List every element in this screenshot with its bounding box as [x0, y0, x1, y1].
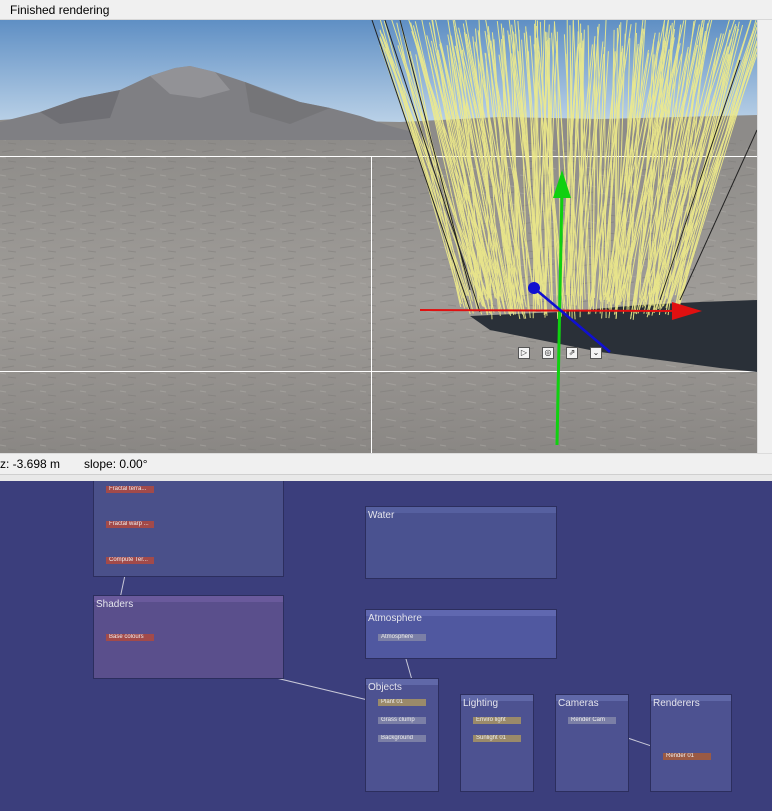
x-axis-gizmo: [419, 309, 681, 312]
center-icon[interactable]: ◎: [542, 347, 554, 359]
node-atmosphere[interactable]: Atmosphere: [378, 634, 426, 641]
water-label: Water: [368, 510, 395, 521]
3d-viewport[interactable]: ▷ ◎ ⇗ ⌄: [0, 20, 757, 453]
cameras-label: Cameras: [558, 698, 599, 709]
objects-group[interactable]: Objects Plant 01 Grass clump Background: [365, 678, 439, 792]
node-grass-clump[interactable]: Grass clump: [378, 717, 426, 724]
shaders-label: Shaders: [96, 599, 134, 610]
lighting-group[interactable]: Lighting Enviro light Sunlight 01: [460, 694, 534, 792]
node-fractal-terrain[interactable]: Fractal terra...: [106, 486, 154, 493]
renderers-group[interactable]: Renderers Render 01: [650, 694, 732, 792]
shaders-group[interactable]: Shaders Base colours: [93, 595, 284, 679]
viewport-scrollbar[interactable]: [757, 20, 772, 453]
renderers-label: Renderers: [653, 698, 700, 709]
node-sunlight[interactable]: Sunlight 01: [473, 735, 521, 742]
cameras-group[interactable]: Cameras Render Cam: [555, 694, 629, 792]
node-base-colours[interactable]: Base colours: [106, 634, 154, 641]
node-render-cam[interactable]: Render Cam: [568, 717, 616, 724]
node-compute-terrain[interactable]: Compute Ter...: [106, 557, 154, 564]
node-enviro-light[interactable]: Enviro light: [473, 717, 521, 724]
move-snap-icon[interactable]: ▷: [518, 347, 530, 359]
atmosphere-label: Atmosphere: [368, 613, 422, 624]
node-graph[interactable]: Fractal terra... Fractal warp ... Comput…: [0, 475, 772, 811]
node-fractal-warp[interactable]: Fractal warp ...: [106, 521, 154, 528]
expand-icon[interactable]: ⇗: [566, 347, 578, 359]
objects-label: Objects: [368, 682, 402, 693]
z-coordinate: z: -3.698 m: [0, 457, 61, 471]
z-axis-handle: [528, 282, 540, 294]
lighting-label: Lighting: [463, 698, 499, 709]
status-bar: z: -3.698 m slope: 0.00°: [0, 453, 772, 475]
viewport-scene[interactable]: [0, 20, 757, 453]
node-render[interactable]: Render 01: [663, 753, 711, 760]
water-group[interactable]: Water: [365, 506, 557, 579]
drop-down-icon[interactable]: ⌄: [590, 347, 602, 359]
node-background[interactable]: Background: [378, 735, 426, 742]
node-plant[interactable]: Plant 01: [378, 699, 426, 706]
atmosphere-group[interactable]: Atmosphere Atmosphere: [365, 609, 557, 659]
render-status-title: Finished rendering: [0, 0, 772, 20]
slope-readout: slope: 0.00°: [84, 457, 148, 471]
terrain-group[interactable]: Fractal terra... Fractal warp ... Comput…: [93, 481, 284, 577]
